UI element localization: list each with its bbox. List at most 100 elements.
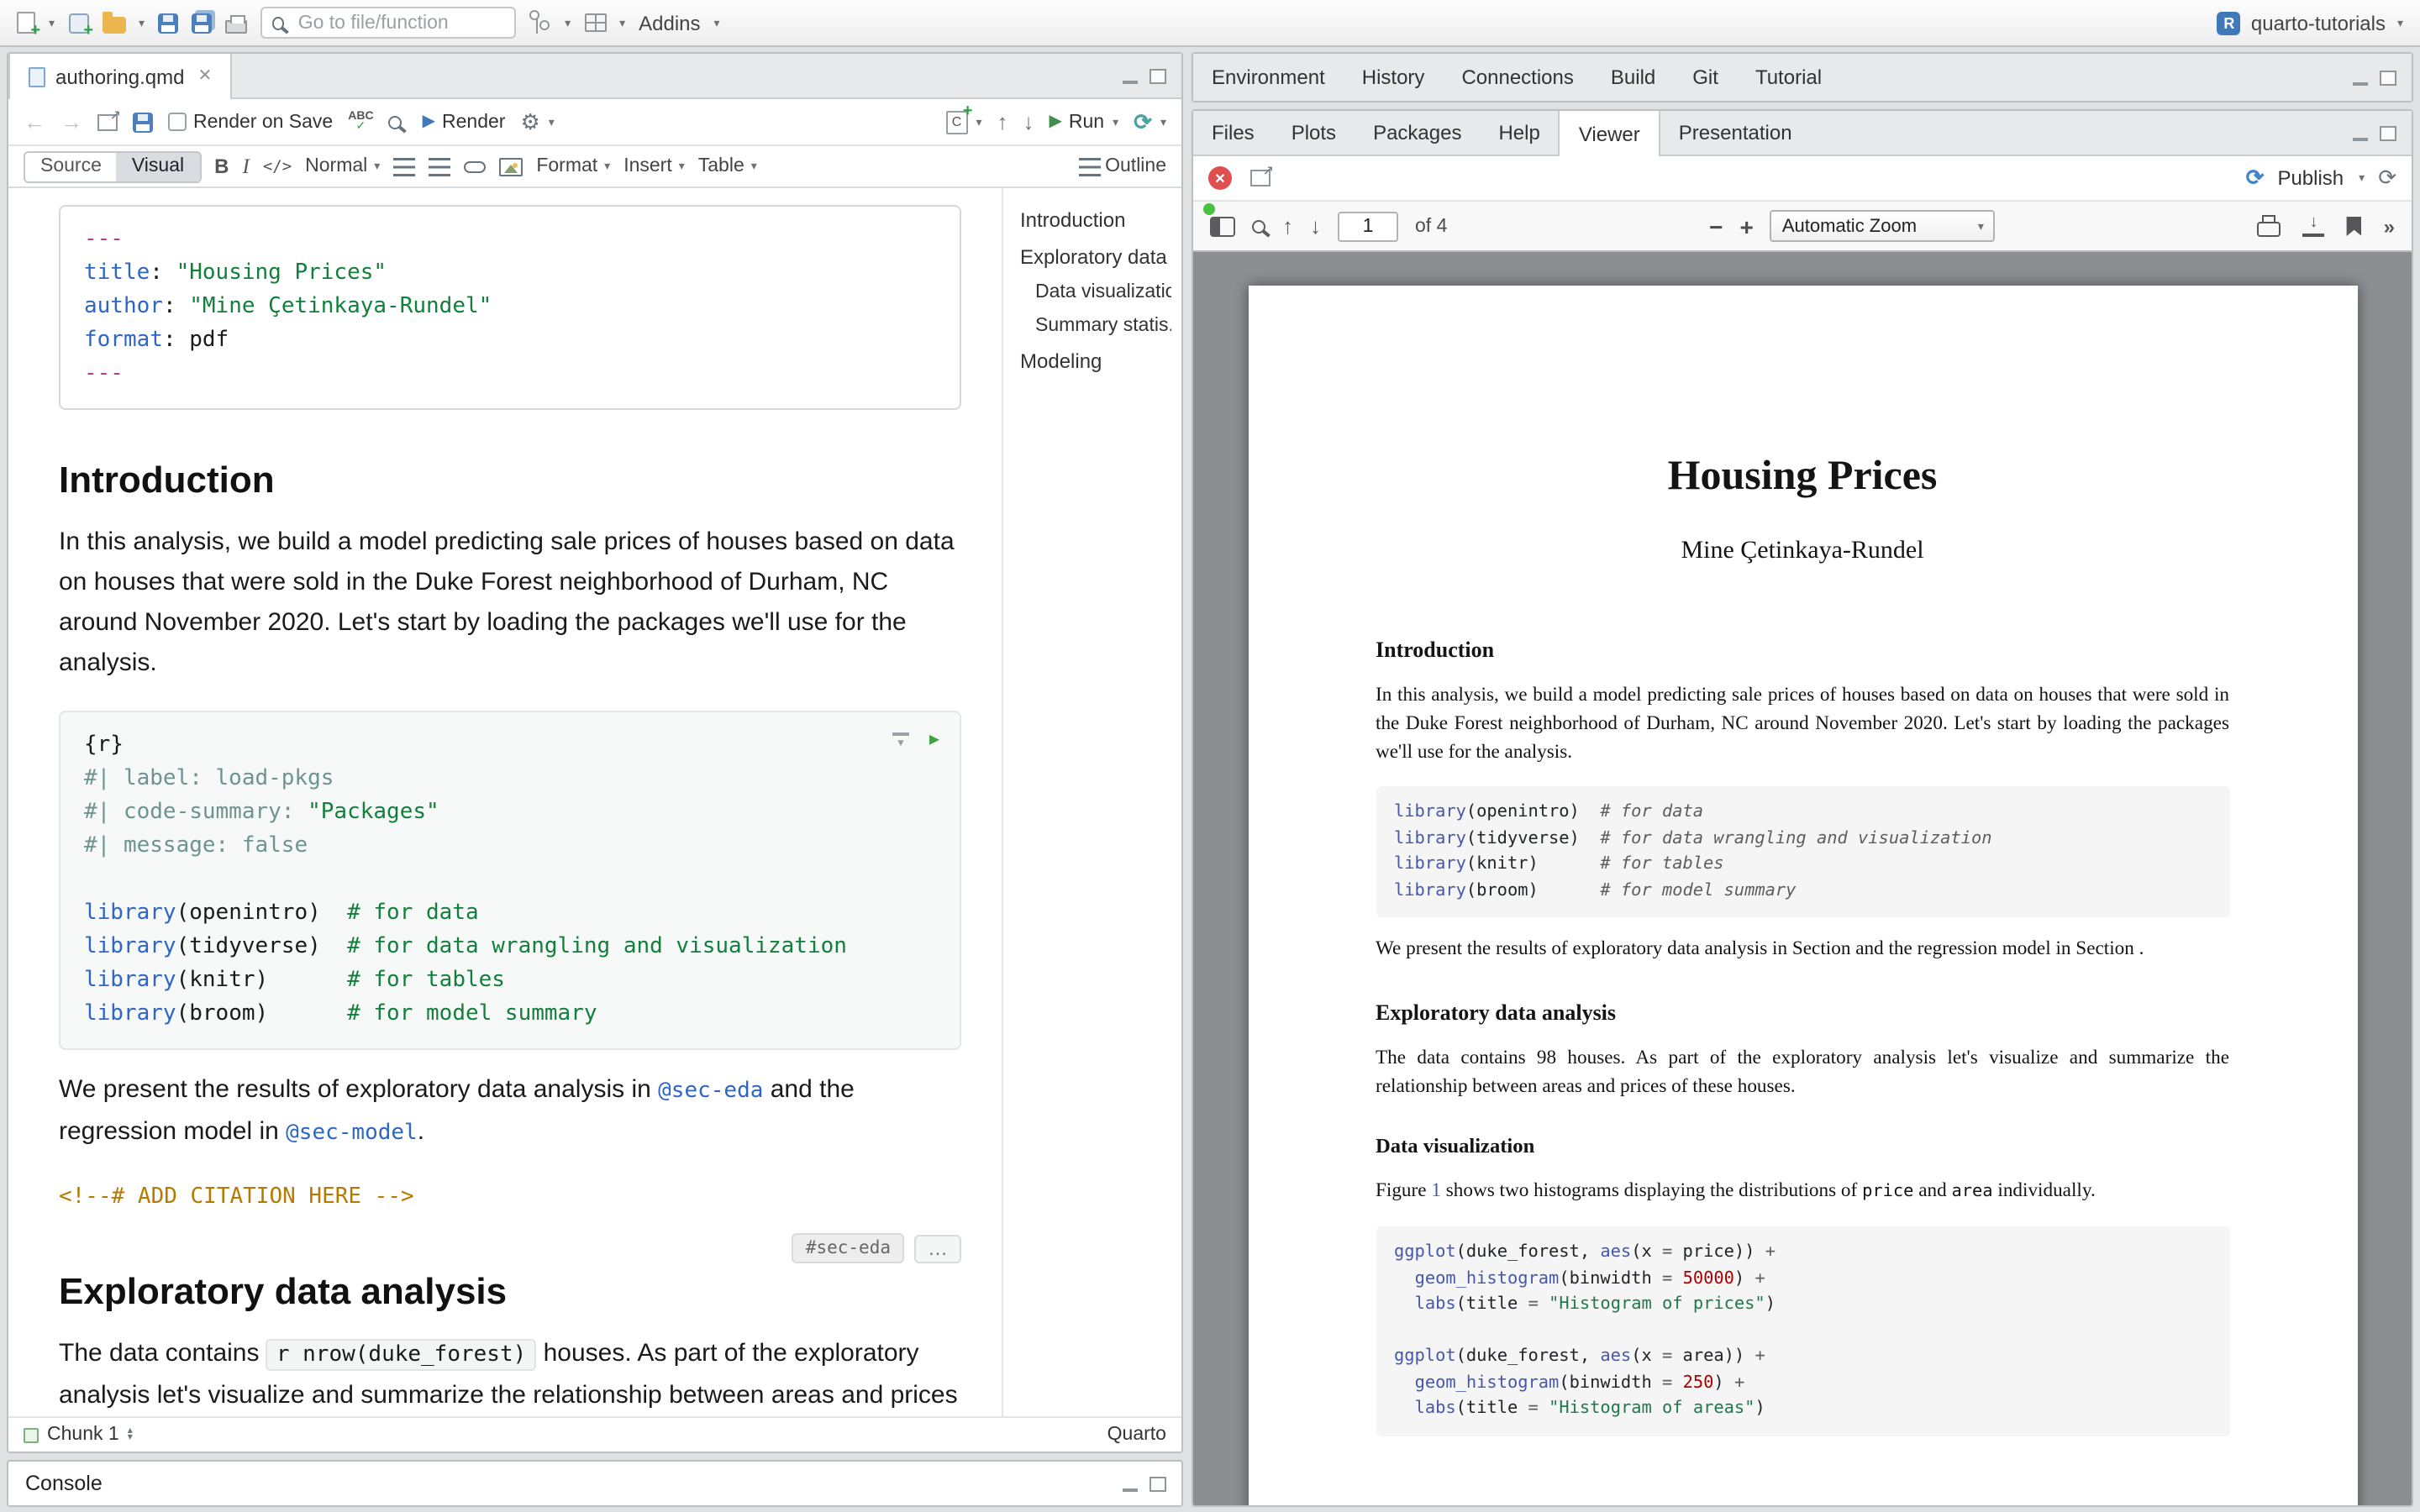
minimize-icon[interactable] — [1123, 1484, 1138, 1491]
clear-viewer-icon[interactable]: ✕ — [1208, 166, 1232, 190]
tab-files[interactable]: Files — [1193, 111, 1273, 155]
chunk-nav-arrows-icon[interactable]: ▴▾ — [128, 1427, 133, 1442]
refresh-icon[interactable]: ⟳ — [2378, 165, 2396, 192]
render-options-menu[interactable]: ⚙ ▾ — [520, 108, 554, 135]
tab-environment[interactable]: Environment — [1193, 54, 1344, 101]
tab-connections[interactable]: Connections — [1443, 54, 1591, 101]
save-icon[interactable] — [158, 13, 178, 33]
tab-git[interactable]: Git — [1674, 54, 1737, 101]
run-chunks-above-icon[interactable]: ▼ — [892, 732, 909, 749]
goto-file-search[interactable] — [260, 7, 516, 39]
save-document-icon[interactable] — [133, 112, 153, 132]
section-id-chip[interactable]: #sec-eda — [792, 1233, 904, 1263]
crossref-sec-eda[interactable]: @sec-eda — [658, 1079, 763, 1104]
pdf-next-page-icon[interactable]: ↓ — [1310, 213, 1321, 239]
maximize-icon[interactable] — [2380, 125, 2396, 140]
table-menu[interactable]: Table ▾ — [698, 156, 757, 176]
version-control-button[interactable]: ▾ — [529, 13, 571, 33]
render-on-save-toggle[interactable]: Render on Save — [168, 112, 333, 132]
tab-authoring-qmd[interactable]: authoring.qmd ✕ — [8, 54, 232, 99]
rerun-button[interactable]: ⟳ ▾ — [1134, 108, 1166, 135]
minimize-icon[interactable] — [2353, 134, 2368, 140]
zoom-level-select[interactable]: Automatic Zoom ▾ — [1770, 210, 1996, 242]
tab-tutorial[interactable]: Tutorial — [1737, 54, 1840, 101]
maximize-icon[interactable] — [1150, 68, 1166, 83]
outline-item-introduction[interactable]: Introduction — [1020, 208, 1171, 232]
tab-viewer[interactable]: Viewer — [1559, 111, 1660, 156]
publish-label[interactable]: Publish — [2277, 166, 2344, 190]
outline-toggle-button[interactable]: Outline — [1078, 156, 1166, 176]
tab-plots[interactable]: Plots — [1273, 111, 1355, 155]
bullet-list-icon[interactable] — [393, 157, 415, 176]
pdf-previous-page-icon[interactable]: ↑ — [1282, 213, 1293, 239]
outline-item-modeling[interactable]: Modeling — [1020, 349, 1171, 373]
find-replace-icon[interactable] — [389, 115, 402, 129]
insert-menu[interactable]: Insert ▾ — [623, 156, 685, 176]
paragraph-style-dropdown[interactable]: Normal ▾ — [305, 156, 380, 176]
project-menu[interactable]: R quarto-tutorials ▾ — [2217, 11, 2403, 34]
outline-item-summary[interactable]: Summary statis... — [1020, 316, 1171, 336]
pdf-page-input[interactable]: 1 — [1338, 211, 1398, 241]
pdf-more-tools-icon[interactable]: » — [2384, 214, 2395, 238]
code-chunk-load-pkgs[interactable]: ▼ ▶ {r}#| label: load-pkgs#| code-summar… — [59, 711, 961, 1050]
maximize-icon[interactable] — [1150, 1476, 1166, 1491]
editor-content[interactable]: ---title: "Housing Prices"author: "Mine … — [8, 188, 1002, 1416]
run-previous-icon[interactable]: ↑ — [997, 109, 1008, 134]
addins-menu[interactable]: Addins ▾ — [639, 11, 719, 34]
image-icon[interactable] — [499, 157, 523, 176]
pdf-print-icon[interactable] — [2258, 222, 2281, 237]
outline-item-dataviz[interactable]: Data visualization — [1020, 282, 1171, 302]
maximize-icon[interactable] — [2380, 70, 2396, 85]
spellcheck-icon[interactable]: ABC✓ — [348, 111, 373, 133]
format-menu[interactable]: Format ▾ — [536, 156, 610, 176]
save-all-icon[interactable] — [192, 13, 212, 33]
render-on-save-checkbox[interactable] — [168, 113, 187, 131]
italic-button[interactable]: I — [242, 154, 249, 179]
open-file-button[interactable]: ▾ — [102, 12, 145, 34]
tab-presentation[interactable]: Presentation — [1660, 111, 1811, 155]
pdf-download-icon[interactable]: ↓ — [2303, 215, 2325, 237]
editor-heading-eda[interactable]: Exploratory data analysis — [59, 1268, 961, 1314]
visual-mode-button[interactable]: Visual — [117, 152, 199, 181]
editor-heading-introduction[interactable]: Introduction — [59, 457, 961, 502]
render-button[interactable]: ▶ Render — [423, 112, 506, 132]
minimize-icon[interactable] — [2353, 78, 2368, 85]
forward-icon[interactable]: → — [60, 109, 82, 134]
close-icon[interactable]: ✕ — [197, 67, 212, 86]
editor-paragraph-present[interactable]: We present the results of exploratory da… — [59, 1070, 961, 1154]
tab-packages[interactable]: Packages — [1355, 111, 1480, 155]
open-in-new-window-icon[interactable]: ↗ — [1250, 170, 1270, 186]
new-file-button[interactable]: ▾ — [17, 12, 55, 34]
pdf-search-icon[interactable] — [1252, 219, 1265, 233]
outline-item-eda[interactable]: Exploratory data ... — [1020, 245, 1171, 269]
open-in-new-window-icon[interactable]: ↗ — [97, 113, 118, 130]
run-chunk-icon[interactable]: ▶ — [929, 724, 939, 758]
zoom-out-icon[interactable]: − — [1709, 213, 1723, 239]
numbered-list-icon[interactable] — [429, 157, 450, 176]
bold-button[interactable]: B — [214, 155, 229, 178]
crossref-sec-model[interactable]: @sec-model — [286, 1121, 418, 1146]
editor-paragraph-eda[interactable]: The data contains r nrow(duke_forest) ho… — [59, 1334, 961, 1416]
inline-r-code[interactable]: r nrow(duke_forest) — [266, 1339, 536, 1371]
link-icon[interactable] — [464, 160, 486, 172]
print-icon[interactable] — [225, 19, 247, 33]
yaml-front-matter[interactable]: ---title: "Housing Prices"author: "Mine … — [59, 205, 961, 410]
html-comment-citation[interactable]: <!--# ADD CITATION HERE --> — [59, 1181, 961, 1215]
pdf-bookmark-icon[interactable] — [2347, 216, 2362, 236]
new-project-button[interactable] — [68, 13, 88, 33]
pane-layout-button[interactable]: ▾ — [584, 13, 625, 32]
run-button[interactable]: ▶ Run ▾ — [1050, 112, 1119, 132]
pdf-sidebar-toggle-icon[interactable] — [1210, 216, 1235, 236]
chunk-nav-label[interactable]: Chunk 1 — [47, 1425, 119, 1445]
console-title[interactable]: Console — [25, 1472, 103, 1495]
section-menu-button[interactable]: … — [914, 1234, 961, 1263]
zoom-in-icon[interactable]: + — [1740, 213, 1754, 239]
insert-chunk-button[interactable]: C ▾ — [945, 110, 981, 134]
pdf-viewer-area[interactable]: Housing Prices Mine Çetinkaya-Rundel Int… — [1193, 252, 2412, 1505]
code-button[interactable]: </> — [263, 157, 292, 176]
tab-history[interactable]: History — [1344, 54, 1444, 101]
tab-build[interactable]: Build — [1592, 54, 1674, 101]
editor-paragraph-intro[interactable]: In this analysis, we build a model predi… — [59, 522, 961, 684]
back-icon[interactable]: ← — [24, 109, 45, 134]
goto-file-input[interactable] — [298, 13, 504, 33]
